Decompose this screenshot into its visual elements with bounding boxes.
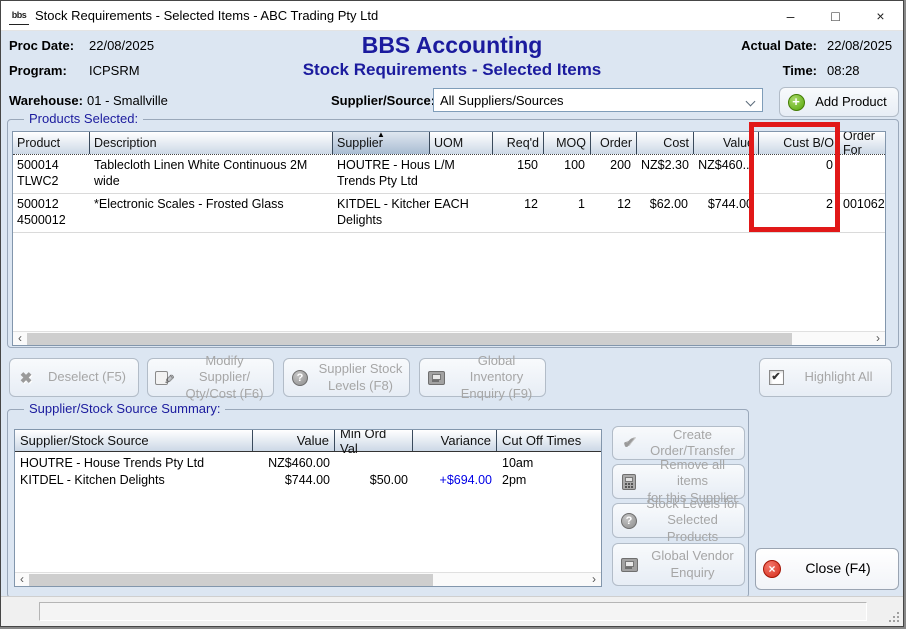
stock-levels-selected-button[interactable]: ? Stock Levels forSelected Products: [612, 503, 745, 538]
warehouse-label: Warehouse:: [9, 93, 83, 108]
supplier-source-label: Supplier/Source:: [331, 93, 435, 108]
status-bar: [1, 596, 903, 626]
title-bar: bbs Stock Requirements - Selected Items …: [1, 1, 903, 31]
global-inventory-enquiry-button[interactable]: Global InventoryEnquiry (F9): [419, 358, 546, 397]
supplier-source-selected: All Suppliers/Sources: [440, 93, 564, 108]
summary-table-header: Supplier/Stock Source Value Min Ord Val …: [15, 430, 601, 452]
app-logo-icon: bbs: [9, 7, 29, 25]
summary-row[interactable]: HOUTRE - House Trends Pty Ltd NZ$460.00 …: [15, 454, 601, 471]
create-order-transfer-button[interactable]: ✔ CreateOrder/Transfer: [612, 426, 745, 460]
plus-icon: +: [788, 94, 805, 111]
warehouse-value: 01 - Smallville: [87, 93, 168, 108]
column-header-order-for[interactable]: Order For: [839, 132, 885, 154]
column-header-min-ord-val[interactable]: Min Ord Val: [335, 430, 413, 451]
column-header-value[interactable]: Value: [253, 430, 335, 451]
close-red-icon: ×: [763, 560, 781, 578]
time-label: Time:: [783, 63, 817, 78]
table-row[interactable]: 5000124500012 *Electronic Scales - Frost…: [13, 194, 885, 233]
scrollbar-thumb[interactable]: [27, 333, 792, 345]
products-table-header: Product Description Supplier ▲ UOM Req'd…: [13, 132, 885, 155]
products-horizontal-scrollbar: ‹ ›: [13, 331, 885, 345]
register-icon: [621, 558, 638, 572]
status-message-area: [39, 602, 867, 621]
products-table: Product Description Supplier ▲ UOM Req'd…: [12, 131, 886, 346]
check-icon: ✔: [623, 434, 636, 452]
summary-group: Supplier/Stock Source Summary: Supplier/…: [7, 409, 749, 598]
scroll-left-icon[interactable]: ‹: [13, 332, 27, 346]
summary-group-label: Supplier/Stock Source Summary:: [24, 401, 225, 416]
global-vendor-enquiry-button[interactable]: Global VendorEnquiry: [612, 543, 745, 586]
deselect-x-icon: ✖: [20, 369, 33, 387]
supplier-stock-levels-button[interactable]: ? Supplier StockLevels (F8): [283, 358, 410, 397]
column-header-cust-bo[interactable]: Cust B/O: [759, 132, 839, 154]
maximize-button[interactable]: □: [813, 1, 858, 30]
sort-asc-icon: ▲: [377, 131, 385, 139]
time-value: 08:28: [827, 63, 860, 78]
supplier-source-dropdown[interactable]: All Suppliers/Sources: [433, 88, 763, 112]
remove-all-items-button[interactable]: Remove all itemsfor this Supplier: [612, 464, 745, 499]
modify-supplier-button[interactable]: ✎ Modify Supplier/Qty/Cost (F6): [147, 358, 274, 397]
question-icon: ?: [621, 513, 637, 529]
scroll-right-icon[interactable]: ›: [587, 573, 601, 587]
add-product-button[interactable]: + Add Product: [779, 87, 899, 117]
summary-horizontal-scrollbar: ‹ ›: [15, 572, 601, 586]
column-header-uom[interactable]: UOM: [430, 132, 493, 154]
scrollbar-thumb[interactable]: [29, 574, 433, 586]
resize-grip[interactable]: [897, 620, 899, 622]
column-header-variance[interactable]: Variance: [413, 430, 497, 451]
close-dialog-button[interactable]: × Close (F4): [755, 548, 899, 590]
scroll-left-icon[interactable]: ‹: [15, 573, 29, 587]
products-selected-group: Products Selected: Product Description S…: [7, 119, 899, 348]
column-header-supplier[interactable]: Supplier ▲: [333, 132, 430, 154]
column-header-reqd[interactable]: Req'd: [493, 132, 544, 154]
column-header-cost[interactable]: Cost: [637, 132, 694, 154]
calculator-icon: [622, 474, 636, 490]
minimize-button[interactable]: –: [768, 1, 813, 30]
screen-title: Stock Requirements - Selected Items: [1, 60, 903, 80]
column-header-source[interactable]: Supplier/Stock Source: [15, 430, 253, 451]
column-header-order[interactable]: Order: [591, 132, 637, 154]
column-header-description[interactable]: Description: [90, 132, 333, 154]
summary-row[interactable]: KITDEL - Kitchen Delights $744.00 $50.00…: [15, 471, 601, 488]
column-header-product[interactable]: Product: [13, 132, 90, 154]
question-icon: ?: [292, 370, 308, 386]
summary-table: Supplier/Stock Source Value Min Ord Val …: [14, 429, 602, 587]
actual-date-value: 22/08/2025: [827, 38, 892, 53]
highlight-all-button[interactable]: ✔ Highlight All: [759, 358, 892, 397]
dialog-content: Proc Date: 22/08/2025 Program: ICPSRM BB…: [1, 31, 903, 600]
table-row[interactable]: 500014TLWC2 Tablecloth Linen White Conti…: [13, 155, 885, 194]
deselect-button[interactable]: ✖ Deselect (F5): [9, 358, 139, 397]
column-header-value[interactable]: Value: [694, 132, 759, 154]
window-title: Stock Requirements - Selected Items - AB…: [35, 8, 378, 23]
column-header-cut-off-times[interactable]: Cut Off Times: [497, 430, 601, 451]
actual-date-label: Actual Date:: [741, 38, 817, 53]
app-window: bbs Stock Requirements - Selected Items …: [0, 0, 904, 627]
close-window-button[interactable]: ×: [858, 1, 903, 30]
register-icon: [428, 371, 445, 385]
column-header-moq[interactable]: MOQ: [544, 132, 591, 154]
checked-checkbox-icon: ✔: [769, 370, 784, 385]
scroll-right-icon[interactable]: ›: [871, 332, 885, 346]
products-selected-group-label: Products Selected:: [24, 111, 143, 126]
edit-note-icon: ✎: [155, 370, 173, 386]
chevron-down-icon: [746, 97, 756, 107]
